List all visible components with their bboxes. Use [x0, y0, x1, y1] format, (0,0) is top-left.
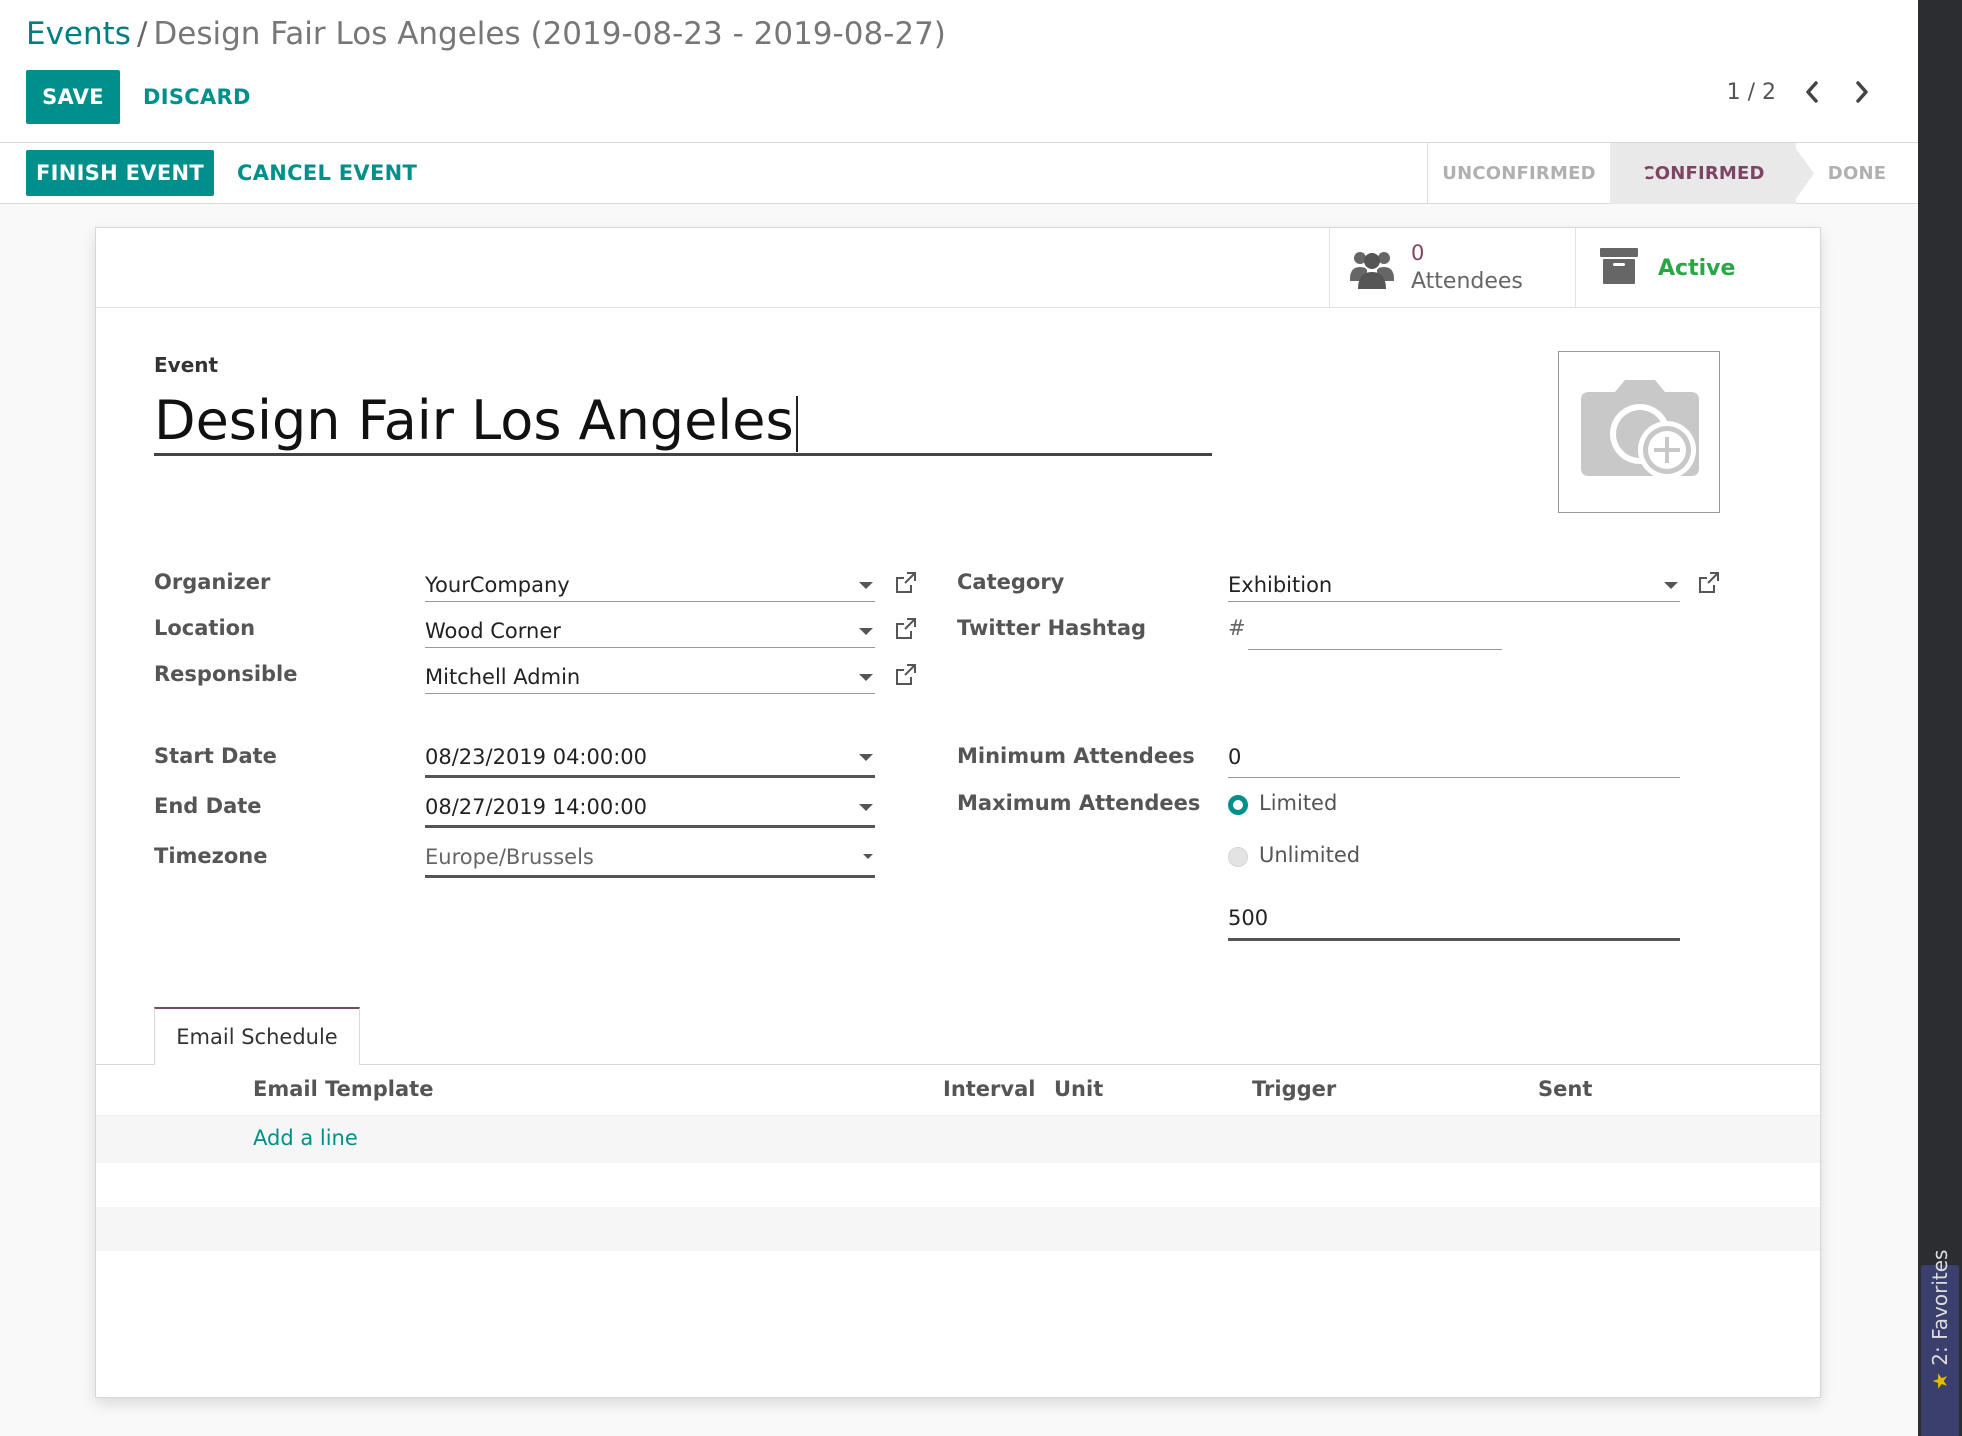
- max-attendees-input[interactable]: 500: [1228, 901, 1680, 941]
- category-value: Exhibition: [1228, 573, 1333, 597]
- attendees-label: Attendees: [1411, 269, 1523, 294]
- timezone-value: Europe/Brussels: [425, 845, 594, 869]
- chevron-right-icon[interactable]: [1850, 78, 1874, 106]
- min-attendees-input[interactable]: 0: [1228, 740, 1680, 778]
- table-row: [96, 1207, 1820, 1251]
- stage-arrow-divider: [1626, 143, 1648, 204]
- stage-unconfirmed[interactable]: UNCONFIRMED: [1428, 143, 1610, 204]
- chevron-down-icon[interactable]: [859, 628, 873, 635]
- control-panel: Events / Design Fair Los Angeles (2019-08-…: [0, 0, 1918, 143]
- external-link-icon[interactable]: [894, 571, 918, 595]
- external-link-icon[interactable]: [894, 617, 918, 641]
- table-row: [96, 1163, 1820, 1207]
- end-date-label: End Date: [154, 794, 262, 818]
- end-date-field[interactable]: 08/27/2019 14:00:00: [425, 790, 875, 828]
- event-name-input[interactable]: Design Fair Los Angeles: [154, 388, 1212, 456]
- star-icon: ★: [1928, 1372, 1952, 1390]
- chevron-down-icon[interactable]: [863, 854, 873, 859]
- radio-limited-label[interactable]: Limited: [1259, 791, 1337, 815]
- radio-unlimited[interactable]: [1228, 847, 1248, 867]
- stage-arrow-cover: [1792, 143, 1796, 204]
- attendees-count: 0: [1411, 241, 1425, 265]
- timezone-label: Timezone: [154, 844, 268, 868]
- start-date-field[interactable]: 08/23/2019 04:00:00: [425, 740, 875, 778]
- organizer-label: Organizer: [154, 570, 271, 594]
- statusbar: FINISH EVENT CANCEL EVENT UNCONFIRMED CO…: [0, 143, 1918, 204]
- camera-add-icon: [1581, 380, 1699, 479]
- column-sent[interactable]: Sent: [1538, 1077, 1592, 1101]
- start-date-value: 08/23/2019 04:00:00: [425, 745, 648, 769]
- users-icon: [1350, 252, 1394, 289]
- column-unit[interactable]: Unit: [1054, 1077, 1103, 1101]
- ide-sidebar: [1918, 0, 1962, 1436]
- radio-unlimited-label[interactable]: Unlimited: [1259, 843, 1360, 867]
- form-sheet: 0 Attendees Active Event Design Fair Los…: [95, 227, 1821, 1398]
- active-label: Active: [1658, 256, 1736, 281]
- attendees-stat-button[interactable]: 0 Attendees: [1329, 228, 1575, 308]
- end-date-value: 08/27/2019 14:00:00: [425, 795, 648, 819]
- responsible-value: Mitchell Admin: [425, 665, 581, 689]
- stage-pipeline: UNCONFIRMED CONFIRMED DONE: [1427, 143, 1918, 204]
- discard-button[interactable]: DISCARD: [143, 70, 251, 124]
- save-button[interactable]: SAVE: [26, 70, 120, 124]
- chevron-left-icon[interactable]: [1800, 78, 1824, 106]
- twitter-hashtag-label: Twitter Hashtag: [957, 616, 1147, 640]
- external-link-icon[interactable]: [894, 663, 918, 687]
- responsible-field[interactable]: Mitchell Admin: [425, 660, 875, 694]
- chevron-down-icon[interactable]: [859, 582, 873, 589]
- archive-icon: [1600, 248, 1638, 284]
- breadcrumb-current: Design Fair Los Angeles (2019-08-23 - 20…: [153, 16, 946, 52]
- category-field[interactable]: Exhibition: [1228, 568, 1680, 602]
- location-value: Wood Corner: [425, 619, 561, 643]
- external-link-icon[interactable]: [1697, 571, 1721, 595]
- timezone-select[interactable]: Europe/Brussels: [425, 840, 875, 878]
- category-label: Category: [957, 570, 1065, 594]
- main-area: Events / Design Fair Los Angeles (2019-08-…: [0, 0, 1918, 1436]
- add-line-link[interactable]: Add a line: [253, 1126, 358, 1150]
- chevron-down-icon[interactable]: [859, 754, 873, 761]
- button-box: 0 Attendees Active: [96, 228, 1820, 308]
- table-row: Add a line: [96, 1115, 1820, 1163]
- column-trigger[interactable]: Trigger: [1252, 1077, 1336, 1101]
- column-email-template[interactable]: Email Template: [253, 1077, 433, 1101]
- breadcrumb: Events / Design Fair Los Angeles (2019-08-…: [26, 14, 946, 54]
- twitter-hashtag-input[interactable]: [1248, 614, 1502, 650]
- cancel-event-button[interactable]: CANCEL EVENT: [237, 150, 417, 196]
- event-image-upload[interactable]: [1558, 351, 1720, 513]
- min-attendees-label: Minimum Attendees: [957, 744, 1195, 768]
- responsible-label: Responsible: [154, 662, 298, 686]
- chevron-down-icon[interactable]: [1664, 582, 1678, 589]
- start-date-label: Start Date: [154, 744, 277, 768]
- breadcrumb-events-link[interactable]: Events: [26, 16, 131, 52]
- active-toggle-button[interactable]: Active: [1575, 228, 1820, 308]
- column-interval[interactable]: Interval: [943, 1077, 1035, 1101]
- event-name-value: Design Fair Los Angeles: [154, 389, 794, 452]
- hashtag-prefix: #: [1228, 616, 1246, 640]
- max-attendees-label: Maximum Attendees: [957, 791, 1201, 815]
- chevron-down-icon[interactable]: [859, 674, 873, 681]
- location-field[interactable]: Wood Corner: [425, 614, 875, 648]
- text-cursor: [795, 396, 798, 453]
- radio-limited[interactable]: [1228, 795, 1248, 815]
- location-label: Location: [154, 616, 256, 640]
- organizer-value: YourCompany: [425, 573, 570, 597]
- favorites-text: 2: Favorites: [1928, 1249, 1952, 1366]
- pager-value[interactable]: 1 / 2: [1727, 80, 1776, 105]
- finish-event-button[interactable]: FINISH EVENT: [26, 150, 214, 196]
- tab-email-schedule[interactable]: Email Schedule: [154, 1007, 360, 1065]
- breadcrumb-separator: /: [136, 16, 148, 52]
- favorites-label[interactable]: ★ 2: Favorites: [1920, 1250, 1960, 1390]
- organizer-field[interactable]: YourCompany: [425, 568, 875, 602]
- chevron-down-icon[interactable]: [859, 804, 873, 811]
- event-name-label: Event: [154, 353, 219, 377]
